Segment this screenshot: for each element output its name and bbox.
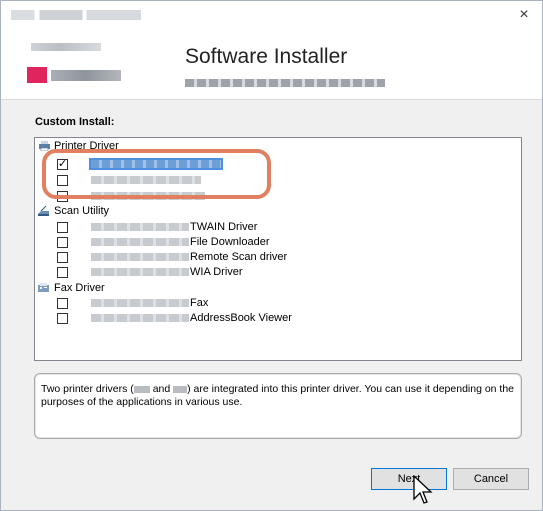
window-title-redacted [11, 10, 141, 20]
brand-name-redacted [51, 70, 121, 81]
group-fax-driver[interactable]: Fax Driver [54, 281, 105, 295]
file-downloader-label[interactable]: File Downloader [190, 235, 269, 249]
description-text: Two printer drivers ( and ) are integrat… [41, 383, 515, 408]
checkbox-remote-scan-driver[interactable] [57, 252, 68, 263]
description-box: Two printer drivers ( and ) are integrat… [34, 373, 522, 439]
vendor-logo-redacted [31, 43, 101, 51]
driver-b-redacted [173, 385, 188, 393]
scanner-icon [38, 206, 49, 216]
group-scan-utility[interactable]: Scan Utility [54, 204, 109, 218]
installer-header: Software Installer [1, 29, 542, 100]
checkbox-file-downloader[interactable] [57, 237, 68, 248]
cancel-button[interactable]: Cancel [453, 468, 529, 490]
brand-mark-icon [27, 67, 47, 83]
twain-driver-prefix-redacted[interactable] [91, 223, 189, 231]
title-bar: × [1, 1, 542, 29]
twain-driver-label[interactable]: TWAIN Driver [190, 220, 257, 234]
checkbox-wia-driver[interactable] [57, 267, 68, 278]
page-title: Software Installer [185, 45, 348, 68]
wia-driver-label[interactable]: WIA Driver [190, 265, 243, 279]
installer-window: × Software Installer Custom Install: Pri… [0, 0, 543, 511]
mouse-pointer-icon [413, 475, 433, 504]
file-downloader-prefix-redacted[interactable] [91, 238, 189, 246]
checkbox-twain-driver[interactable] [57, 222, 68, 233]
driver-a-redacted [133, 385, 150, 393]
remote-scan-prefix-redacted[interactable] [91, 253, 189, 261]
fax-prefix-redacted[interactable] [91, 299, 189, 307]
addressbook-prefix-redacted[interactable] [91, 314, 189, 322]
custom-install-label: Custom Install: [35, 116, 115, 128]
close-icon[interactable]: × [514, 5, 534, 25]
fax-label[interactable]: Fax [190, 296, 208, 310]
wia-driver-prefix-redacted[interactable] [91, 268, 189, 276]
product-subtitle-redacted [185, 79, 385, 87]
annotation-highlight-frame [42, 149, 271, 199]
checkbox-fax[interactable] [57, 298, 68, 309]
next-button[interactable]: Next [371, 468, 447, 490]
fax-icon [38, 283, 49, 292]
checkbox-addressbook-viewer[interactable] [57, 313, 68, 324]
addressbook-viewer-label[interactable]: AddressBook Viewer [190, 311, 292, 325]
remote-scan-driver-label[interactable]: Remote Scan driver [190, 250, 287, 264]
